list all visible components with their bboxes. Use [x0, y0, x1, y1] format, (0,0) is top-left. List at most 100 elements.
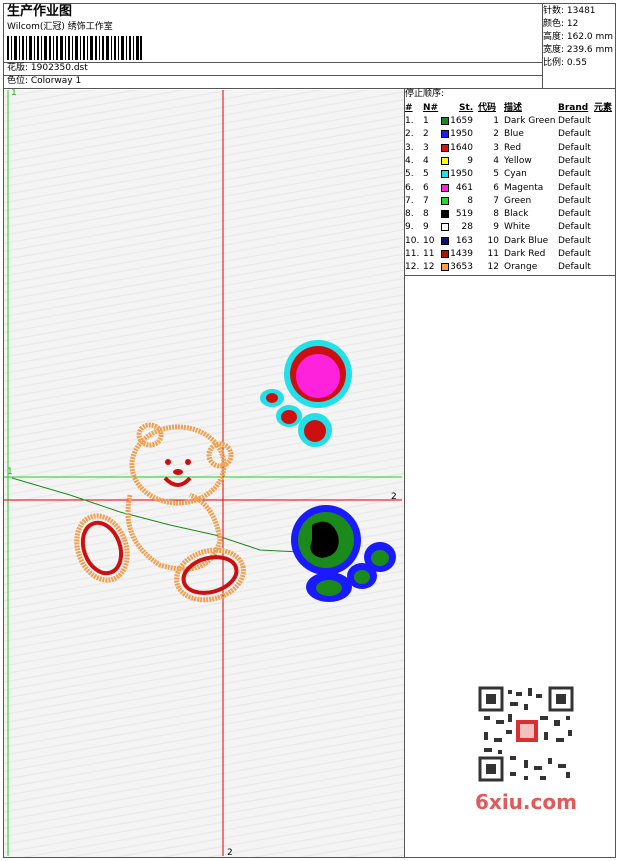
- row-needle: 3: [423, 142, 429, 153]
- row-brand: Default: [558, 155, 591, 166]
- stop-sequence-row: 7. 7 8 7 Green Default: [405, 195, 615, 208]
- row-description: Dark Blue: [504, 235, 549, 246]
- row-needle: 12: [423, 262, 435, 273]
- col-header-brand: Brand: [558, 103, 589, 113]
- row-stitches: 9: [467, 155, 473, 166]
- row-stitches: 28: [461, 222, 473, 233]
- row-code: 5: [493, 169, 499, 180]
- row-description: Red: [504, 142, 522, 153]
- row-index: 8.: [405, 209, 414, 220]
- row-needle: 6: [423, 182, 429, 193]
- row-code: 4: [493, 155, 499, 166]
- row-needle: 2: [423, 129, 429, 140]
- row-stitches: 8: [467, 195, 473, 206]
- row-brand: Default: [558, 169, 591, 180]
- row-description: Blue: [504, 129, 524, 140]
- row-code: 1: [493, 116, 499, 126]
- row-index: 5.: [405, 169, 414, 180]
- col-header-description: 描述: [504, 103, 523, 113]
- row-brand: Default: [558, 195, 591, 206]
- stop-sequence-row: 11. 11 1439 11 Dark Red Default: [405, 248, 615, 261]
- row-brand: Default: [558, 209, 591, 220]
- stop-sequence-row: 6. 6 461 6 Magenta Default: [405, 182, 615, 195]
- row-description: Dark Green: [504, 116, 556, 126]
- stop-sequence-heading: 停止顺序:: [405, 89, 445, 99]
- row-stitches: 519: [455, 209, 473, 220]
- row-needle: 5: [423, 169, 429, 180]
- row-description: White: [504, 222, 531, 233]
- col-header-number: N#: [423, 103, 439, 113]
- row-index: 10.: [405, 235, 420, 246]
- row-stitches: 1950: [450, 129, 473, 140]
- paw-print-blue: [291, 505, 396, 602]
- row-stitches: 1640: [450, 142, 473, 153]
- stop-sequence-row: 1. 1 1659 1 Dark Green Default: [405, 115, 615, 128]
- row-code: 6: [493, 182, 499, 193]
- row-brand: Default: [558, 182, 591, 193]
- row-brand: Default: [558, 222, 591, 233]
- row-needle: 1: [423, 116, 429, 126]
- row-stitches: 1659: [450, 116, 473, 126]
- stop-sequence-row: 9. 9 28 9 White Default: [405, 221, 615, 234]
- marker-bottom: 2: [227, 848, 233, 858]
- row-stitches: 461: [455, 182, 473, 193]
- row-description: Magenta: [504, 182, 544, 193]
- color-swatch: [441, 236, 449, 245]
- row-brand: Default: [558, 249, 591, 259]
- col-header-element: 元素: [594, 103, 613, 113]
- row-needle: 7: [423, 195, 429, 206]
- row-stitches: 163: [455, 235, 473, 246]
- row-description: Yellow: [504, 155, 532, 166]
- jump-stitch-path: [11, 477, 301, 553]
- row-code: 2: [493, 129, 499, 140]
- row-index: 11.: [405, 249, 420, 259]
- row-brand: Default: [558, 116, 591, 126]
- color-swatch: [441, 223, 449, 232]
- marker-top-left: 1: [11, 88, 17, 98]
- row-description: Green: [504, 195, 532, 206]
- row-index: 9.: [405, 222, 414, 233]
- stop-sequence-row: 5. 5 1950 5 Cyan Default: [405, 168, 615, 181]
- row-needle: 9: [423, 222, 429, 233]
- row-index: 4.: [405, 155, 414, 166]
- row-brand: Default: [558, 142, 591, 153]
- color-swatch: [441, 250, 449, 258]
- col-header-code: 代码: [478, 103, 497, 113]
- stop-sequence-row: 10. 10 163 10 Dark Blue Default: [405, 235, 615, 248]
- color-swatch: [441, 170, 449, 179]
- row-needle: 8: [423, 209, 429, 220]
- row-index: 1.: [405, 116, 414, 126]
- color-swatch: [441, 183, 449, 192]
- color-swatch: [441, 210, 449, 219]
- row-needle: 4: [423, 155, 429, 166]
- marker-right-mid: 2: [391, 492, 397, 502]
- row-brand: Default: [558, 235, 591, 246]
- row-stitches: 1950: [450, 169, 473, 180]
- row-brand: Default: [558, 262, 591, 273]
- stop-sequence-row: 8. 8 519 8 Black Default: [405, 208, 615, 221]
- col-header-index: #: [405, 103, 413, 113]
- row-code: 10: [487, 235, 499, 246]
- bear-motif: [74, 422, 246, 603]
- row-code: 9: [493, 222, 499, 233]
- stop-sequence-row: 2. 2 1950 2 Blue Default: [405, 128, 615, 141]
- row-code: 12: [487, 262, 499, 273]
- watermark-logo: 6xiu.com: [475, 790, 577, 814]
- row-description: Black: [504, 209, 529, 220]
- color-swatch: [441, 117, 449, 125]
- row-index: 2.: [405, 129, 414, 140]
- qr-code: [478, 686, 574, 782]
- col-header-stitches: St.: [459, 103, 474, 113]
- row-code: 11: [487, 249, 499, 259]
- color-swatch: [441, 130, 449, 139]
- row-description: Cyan: [504, 169, 527, 180]
- row-index: 7.: [405, 195, 414, 206]
- row-description: Orange: [504, 262, 538, 273]
- color-swatch: [441, 156, 449, 165]
- color-swatch: [441, 263, 449, 272]
- row-index: 12.: [405, 262, 420, 273]
- row-code: 7: [493, 195, 499, 206]
- stop-sequence-row: 12. 12 3653 12 Orange Default: [405, 261, 615, 274]
- row-index: 6.: [405, 182, 414, 193]
- row-description: Dark Red: [504, 249, 546, 259]
